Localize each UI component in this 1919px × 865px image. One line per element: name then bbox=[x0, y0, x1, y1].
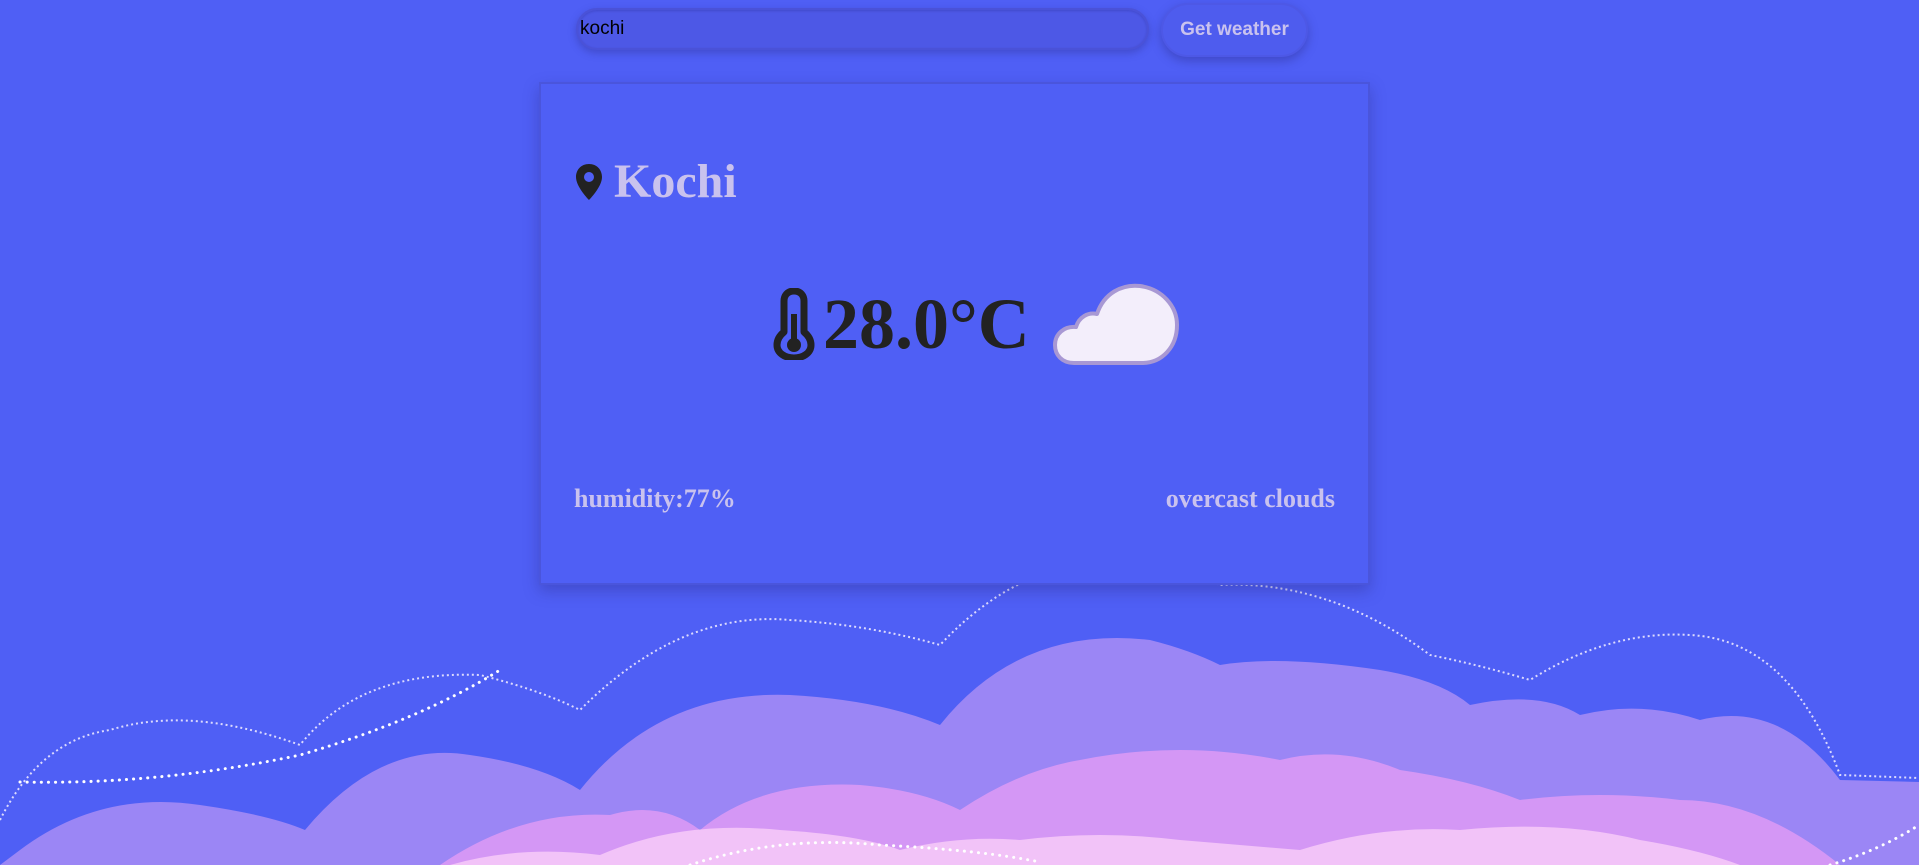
weather-card: Kochi 28.0°C humidity:77% overcast cloud… bbox=[539, 82, 1370, 585]
get-weather-button[interactable]: Get weather bbox=[1161, 3, 1308, 57]
cloud-icon bbox=[1052, 283, 1179, 365]
location-row: Kochi bbox=[574, 152, 737, 212]
temperature-row: 28.0°C bbox=[773, 274, 1180, 374]
map-pin-icon bbox=[576, 164, 602, 200]
humidity-label: humidity:77% bbox=[574, 484, 736, 513]
city-name: Kochi bbox=[614, 155, 737, 208]
weather-description: overcast clouds bbox=[1165, 484, 1335, 513]
thermometer-icon bbox=[773, 288, 815, 360]
search-bar bbox=[576, 8, 1149, 50]
temperature-value: 28.0°C bbox=[823, 284, 1030, 364]
city-search-input[interactable] bbox=[578, 10, 1147, 48]
